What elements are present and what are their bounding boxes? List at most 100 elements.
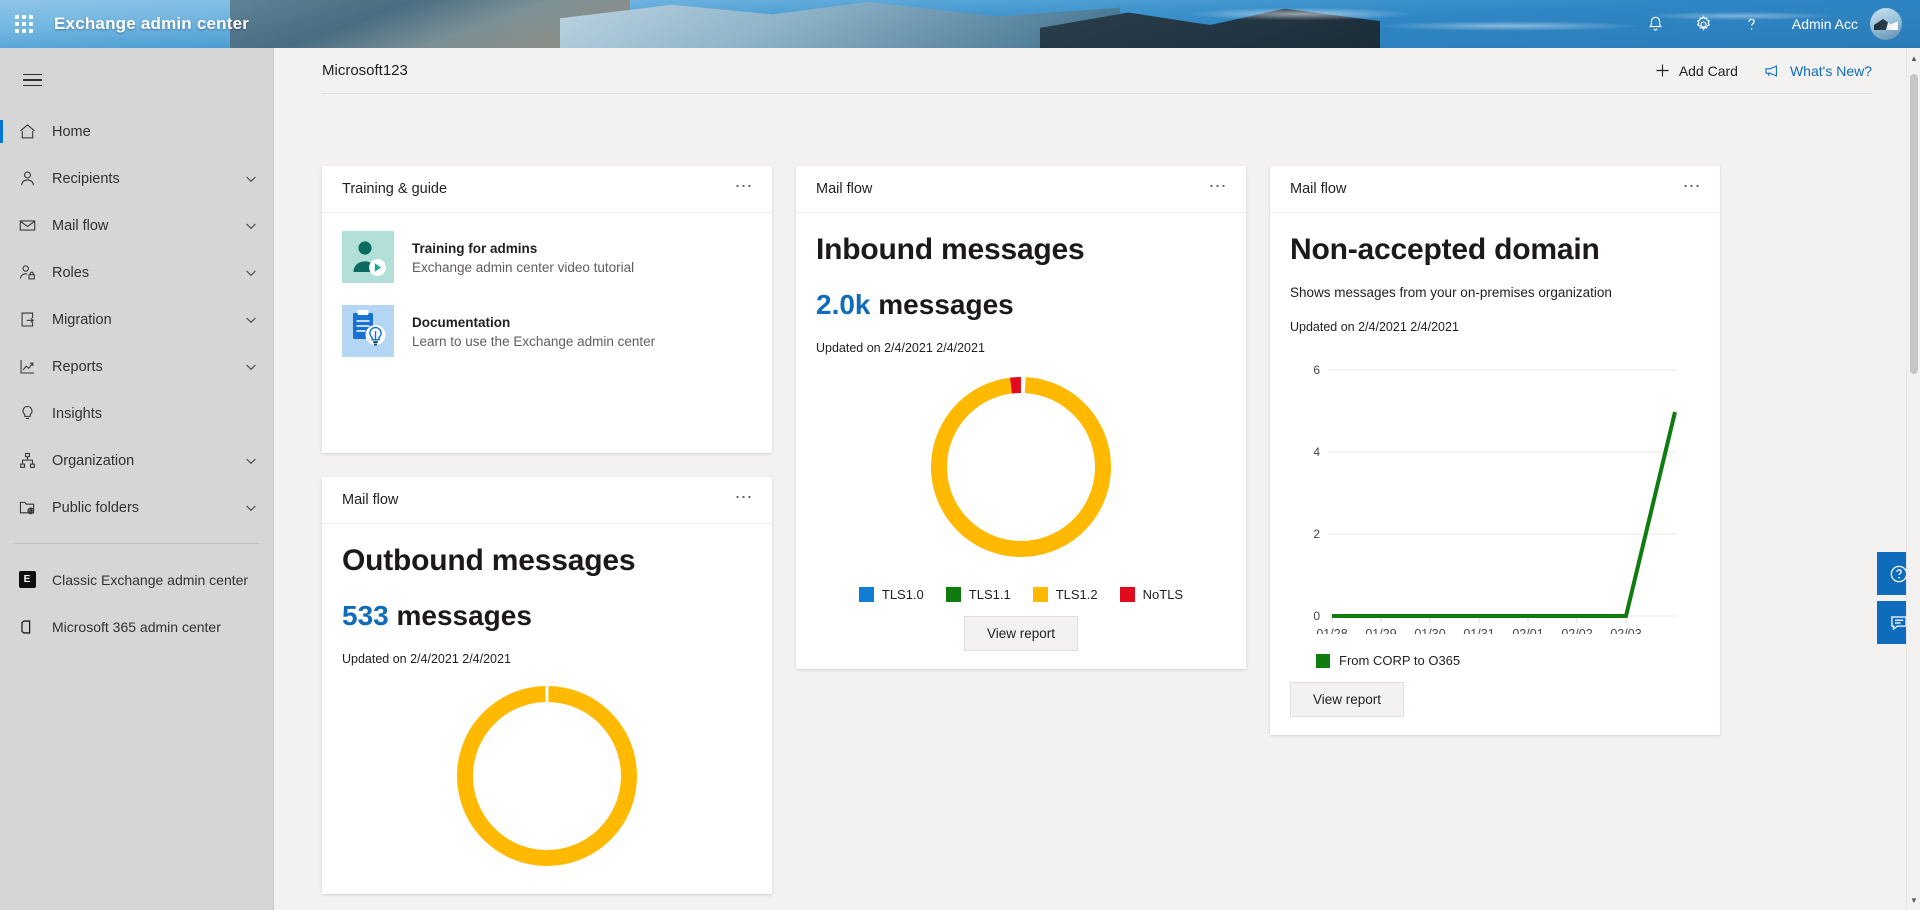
person-icon	[16, 168, 38, 190]
breadcrumb: Microsoft123	[322, 62, 408, 79]
inbound-view-report-button[interactable]: View report	[964, 616, 1078, 651]
envelope-icon	[16, 215, 38, 237]
public-folder-icon	[16, 497, 38, 519]
account-name: Admin Acc	[1792, 16, 1858, 32]
card-more-options-button[interactable]: ⋯	[735, 488, 755, 512]
legend-item-tls12[interactable]: TLS1.2	[1033, 587, 1098, 602]
inbound-chart-legend: TLS1.0 TLS1.1 TLS1.2 NoTLS	[816, 587, 1226, 602]
scroll-down-arrow[interactable]: ▼	[1907, 892, 1920, 908]
svg-text:01/28: 01/28	[1316, 627, 1347, 634]
whats-new-label: What's New?	[1790, 63, 1872, 79]
sidebar-item-public-folders[interactable]: Public folders	[0, 484, 273, 531]
sidebar-item-migration[interactable]: Migration	[0, 296, 273, 343]
outbound-value-unit: messages	[397, 600, 532, 631]
legend-swatch	[946, 587, 961, 602]
sidebar-item-label: Classic Exchange admin center	[52, 572, 259, 588]
help-button[interactable]	[1728, 0, 1776, 48]
documentation-row[interactable]: Documentation Learn to use the Exchange …	[342, 305, 752, 357]
nonaccepted-view-report-button[interactable]: View report	[1290, 682, 1404, 717]
migration-icon	[16, 309, 38, 331]
legend-item-tls11[interactable]: TLS1.1	[946, 587, 1011, 602]
chevron-down-icon	[243, 453, 259, 469]
sidebar-item-organization[interactable]: Organization	[0, 437, 273, 484]
inbound-heading: Inbound messages	[816, 233, 1226, 267]
card-column-2: Mail flow ⋯ Inbound messages 2.0k messag…	[796, 166, 1246, 669]
card-header: Mail flow ⋯	[322, 477, 772, 524]
legend-item-tls10[interactable]: TLS1.0	[859, 587, 924, 602]
training-row-text: Training for admins Exchange admin cente…	[412, 240, 634, 275]
sidebar-divider	[14, 543, 259, 544]
card-more-options-button[interactable]: ⋯	[1683, 177, 1703, 201]
sidebar-item-insights[interactable]: Insights	[0, 390, 273, 437]
m365-icon	[16, 616, 38, 638]
sidebar-item-label: Microsoft 365 admin center	[52, 619, 259, 635]
nonaccepted-chart-legend[interactable]: From CORP to O365	[1290, 653, 1700, 668]
card-more-options-button[interactable]: ⋯	[735, 177, 755, 201]
training-row-subtitle: Exchange admin center video tutorial	[412, 260, 634, 275]
training-for-admins-row[interactable]: Training for admins Exchange admin cente…	[342, 231, 752, 283]
chevron-down-icon	[243, 218, 259, 234]
documentation-row-text: Documentation Learn to use the Exchange …	[412, 314, 655, 349]
sidebar-item-reports[interactable]: Reports	[0, 343, 273, 390]
chevron-down-icon	[243, 500, 259, 516]
sidebar-item-home[interactable]: Home	[0, 108, 273, 155]
scrollbar-thumb[interactable]	[1910, 74, 1918, 374]
sidebar-item-label: Home	[52, 124, 259, 140]
sidebar-item-label: Insights	[52, 406, 259, 422]
add-card-button[interactable]: Add Card	[1654, 62, 1738, 79]
nonaccepted-description: Shows messages from your on-premises org…	[1290, 285, 1700, 300]
documentation-icon	[342, 305, 394, 357]
svg-text:02/01: 02/01	[1512, 627, 1543, 634]
sidebar-item-label: Reports	[52, 359, 243, 375]
add-card-label: Add Card	[1679, 63, 1738, 79]
legend-label: TLS1.0	[882, 587, 924, 602]
sidebar-item-mail-flow[interactable]: Mail flow	[0, 202, 273, 249]
sidebar-item-label: Migration	[52, 312, 243, 328]
sidebar-item-roles[interactable]: Roles	[0, 249, 273, 296]
whats-new-button[interactable]: What's New?	[1764, 63, 1872, 79]
nav-toggle-button[interactable]	[8, 56, 56, 104]
account-button[interactable]: Admin Acc	[1776, 0, 1910, 48]
org-chart-icon	[16, 450, 38, 472]
nonaccepted-line-chart: 6 4 2 0	[1290, 344, 1700, 639]
exchange-badge-icon: E	[16, 569, 38, 591]
notifications-button[interactable]	[1632, 0, 1680, 48]
legend-item-notls[interactable]: NoTLS	[1120, 587, 1183, 602]
inbound-updated: Updated on 2/4/2021 2/4/2021	[816, 341, 1226, 355]
lightbulb-icon	[16, 403, 38, 425]
legend-swatch	[859, 587, 874, 602]
settings-button[interactable]	[1680, 0, 1728, 48]
outbound-value-line: 533 messages	[342, 600, 752, 632]
card-header: Mail flow ⋯	[796, 166, 1246, 213]
page-scrollbar[interactable]: ▲ ▼	[1906, 48, 1920, 910]
chevron-down-icon	[243, 265, 259, 281]
legend-label: NoTLS	[1143, 587, 1183, 602]
card-more-options-button[interactable]: ⋯	[1209, 177, 1229, 201]
command-bar: Microsoft123 Add Card What's New?	[322, 48, 1872, 94]
card-outbound-messages: Mail flow ⋯ Outbound messages 533 messag…	[322, 477, 772, 894]
card-header: Training & guide ⋯	[322, 166, 772, 213]
card-body: Inbound messages 2.0k messages Updated o…	[796, 213, 1246, 669]
sidebar-item-classic-exchange-admin-center[interactable]: E Classic Exchange admin center	[0, 556, 273, 603]
svg-text:0: 0	[1313, 609, 1320, 623]
nonaccepted-heading: Non-accepted domain	[1290, 233, 1700, 267]
svg-text:01/29: 01/29	[1365, 627, 1396, 634]
chevron-down-icon	[243, 359, 259, 375]
legend-swatch	[1316, 654, 1330, 668]
legend-label: TLS1.1	[969, 587, 1011, 602]
training-video-icon	[342, 231, 394, 283]
sidebar-item-microsoft-365-admin-center[interactable]: Microsoft 365 admin center	[0, 603, 273, 650]
legend-label: From CORP to O365	[1339, 653, 1460, 668]
sidebar-item-recipients[interactable]: Recipients	[0, 155, 273, 202]
training-row-title: Training for admins	[412, 241, 537, 256]
megaphone-icon	[1764, 63, 1782, 79]
app-launcher-button[interactable]	[0, 0, 48, 48]
documentation-row-subtitle: Learn to use the Exchange admin center	[412, 334, 655, 349]
svg-text:01/30: 01/30	[1414, 627, 1445, 634]
scroll-up-arrow[interactable]: ▲	[1907, 50, 1920, 66]
sidebar-item-label: Recipients	[52, 171, 243, 187]
app-title: Exchange admin center	[54, 14, 249, 34]
chart-line-icon	[16, 356, 38, 378]
chevron-down-icon	[243, 171, 259, 187]
header-mountain-band-mid	[560, 0, 1120, 48]
